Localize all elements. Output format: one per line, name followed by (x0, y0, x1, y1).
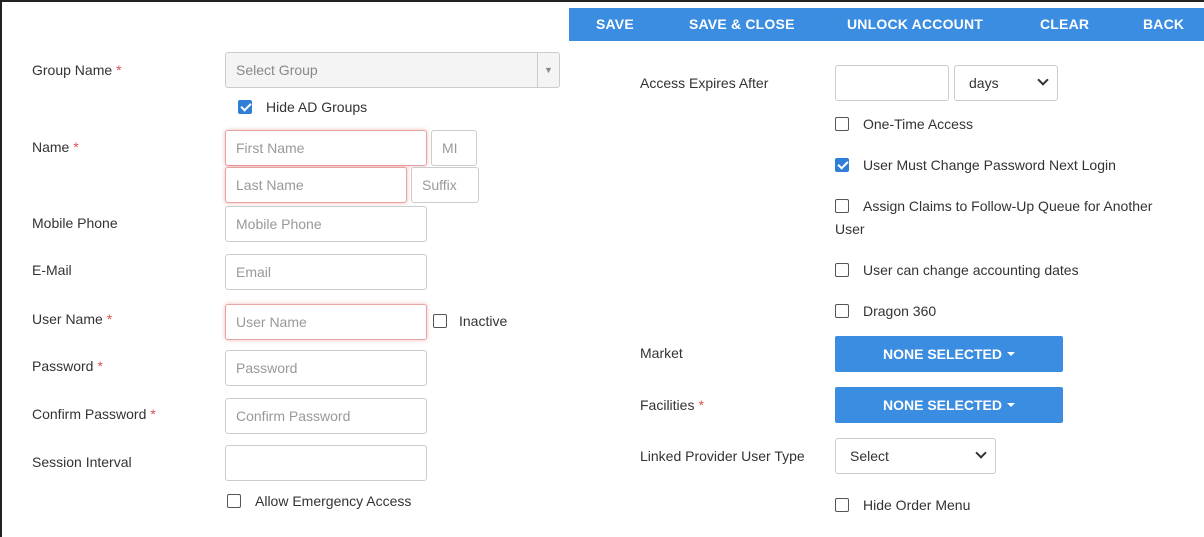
mobile-phone-label: Mobile Phone (32, 215, 118, 231)
required-mark: * (150, 406, 156, 422)
checkbox-icon (835, 304, 849, 318)
dragon-360-label: Dragon 360 (863, 303, 937, 319)
allow-emergency-access-label: Allow Emergency Access (255, 493, 412, 509)
first-name-input[interactable] (225, 130, 427, 166)
password-input[interactable] (225, 350, 427, 386)
change-accounting-dates-checkbox[interactable]: User can change accounting dates (835, 262, 1079, 278)
email-input[interactable] (225, 254, 427, 290)
checkbox-checked-icon (238, 100, 252, 114)
name-label: Name * (32, 139, 79, 155)
inactive-checkbox[interactable]: Inactive (433, 313, 507, 329)
confirm-password-label: Confirm Password * (32, 406, 156, 422)
assign-claims-label: Assign Claims to Follow-Up Queue for Ano… (863, 198, 1153, 214)
session-interval-label: Session Interval (32, 454, 132, 470)
chevron-down-icon (1037, 74, 1049, 86)
email-label: E-Mail (32, 262, 72, 278)
hide-order-menu-checkbox[interactable]: Hide Order Menu (835, 497, 970, 513)
facilities-multiselect[interactable]: NONE SELECTED (835, 387, 1063, 423)
mobile-phone-input[interactable] (225, 206, 427, 242)
password-label: Password * (32, 358, 103, 374)
unlock-account-button[interactable]: UNLOCK ACCOUNT (847, 16, 983, 32)
username-label: User Name * (32, 311, 112, 327)
save-button[interactable]: SAVE (596, 16, 634, 32)
save-close-button[interactable]: SAVE & CLOSE (689, 16, 795, 32)
group-name-label-text: Group Name (32, 62, 113, 78)
hide-ad-groups-label: Hide AD Groups (266, 99, 368, 115)
checkbox-icon (433, 314, 447, 328)
group-select[interactable]: Select Group ▼ (225, 52, 560, 88)
one-time-access-checkbox[interactable]: One-Time Access (835, 116, 973, 132)
group-select-value: Select Group (236, 62, 318, 78)
facilities-multiselect-value: NONE SELECTED (882, 397, 1002, 413)
facilities-label: Facilities * (640, 397, 704, 413)
username-input[interactable] (225, 304, 427, 340)
assign-claims-checkbox[interactable]: Assign Claims to Follow-Up Queue for Ano… (835, 198, 1152, 214)
checkbox-icon (835, 263, 849, 277)
suffix-input[interactable] (411, 167, 479, 203)
required-mark: * (698, 397, 704, 413)
access-expires-label: Access Expires After (640, 75, 769, 91)
required-mark: * (73, 139, 79, 155)
caret-down-icon (1007, 403, 1015, 407)
access-expires-input[interactable] (835, 65, 949, 101)
required-mark: * (116, 62, 122, 78)
linked-provider-select[interactable]: Select (835, 438, 996, 474)
checkbox-icon (227, 494, 241, 508)
market-multiselect-value: NONE SELECTED (882, 346, 1002, 362)
access-unit-select[interactable]: days (954, 65, 1058, 101)
facilities-label-text: Facilities (640, 397, 695, 413)
checkbox-icon (835, 117, 849, 131)
confirm-password-input[interactable] (225, 398, 427, 434)
must-change-password-label: User Must Change Password Next Login (863, 157, 1116, 173)
linked-provider-value: Select (850, 448, 889, 464)
dragon-360-checkbox[interactable]: Dragon 360 (835, 303, 936, 319)
market-multiselect[interactable]: NONE SELECTED (835, 336, 1063, 372)
username-label-text: User Name (32, 311, 103, 327)
must-change-password-checkbox[interactable]: User Must Change Password Next Login (835, 157, 1116, 173)
action-toolbar: SAVE SAVE & CLOSE UNLOCK ACCOUNT CLEAR B… (569, 8, 1204, 41)
group-name-label: Group Name * (32, 62, 122, 78)
assign-claims-label-cont: User (835, 221, 865, 237)
chevron-down-icon (975, 447, 987, 459)
middle-initial-input[interactable] (431, 130, 477, 166)
access-unit-value: days (969, 75, 999, 91)
back-button[interactable]: BACK (1143, 16, 1184, 32)
clear-button[interactable]: CLEAR (1040, 16, 1089, 32)
change-accounting-dates-label: User can change accounting dates (863, 262, 1079, 278)
password-label-text: Password (32, 358, 94, 374)
market-label: Market (640, 345, 683, 361)
last-name-input[interactable] (225, 167, 407, 203)
allow-emergency-access-checkbox[interactable]: Allow Emergency Access (227, 493, 411, 509)
linked-provider-label: Linked Provider User Type (640, 448, 805, 464)
caret-down-icon (1007, 352, 1015, 356)
session-interval-input[interactable] (225, 445, 427, 481)
confirm-password-label-text: Confirm Password (32, 406, 147, 422)
checkbox-checked-icon (835, 158, 849, 172)
inactive-label: Inactive (459, 313, 508, 329)
hide-ad-groups-checkbox[interactable]: Hide AD Groups (238, 99, 367, 115)
checkbox-icon (835, 199, 849, 213)
dropdown-arrow-icon: ▼ (537, 53, 559, 87)
checkbox-icon (835, 498, 849, 512)
name-label-text: Name (32, 139, 70, 155)
one-time-access-label: One-Time Access (863, 116, 973, 132)
hide-order-menu-label: Hide Order Menu (863, 497, 971, 513)
required-mark: * (106, 311, 113, 327)
required-mark: * (97, 358, 103, 374)
